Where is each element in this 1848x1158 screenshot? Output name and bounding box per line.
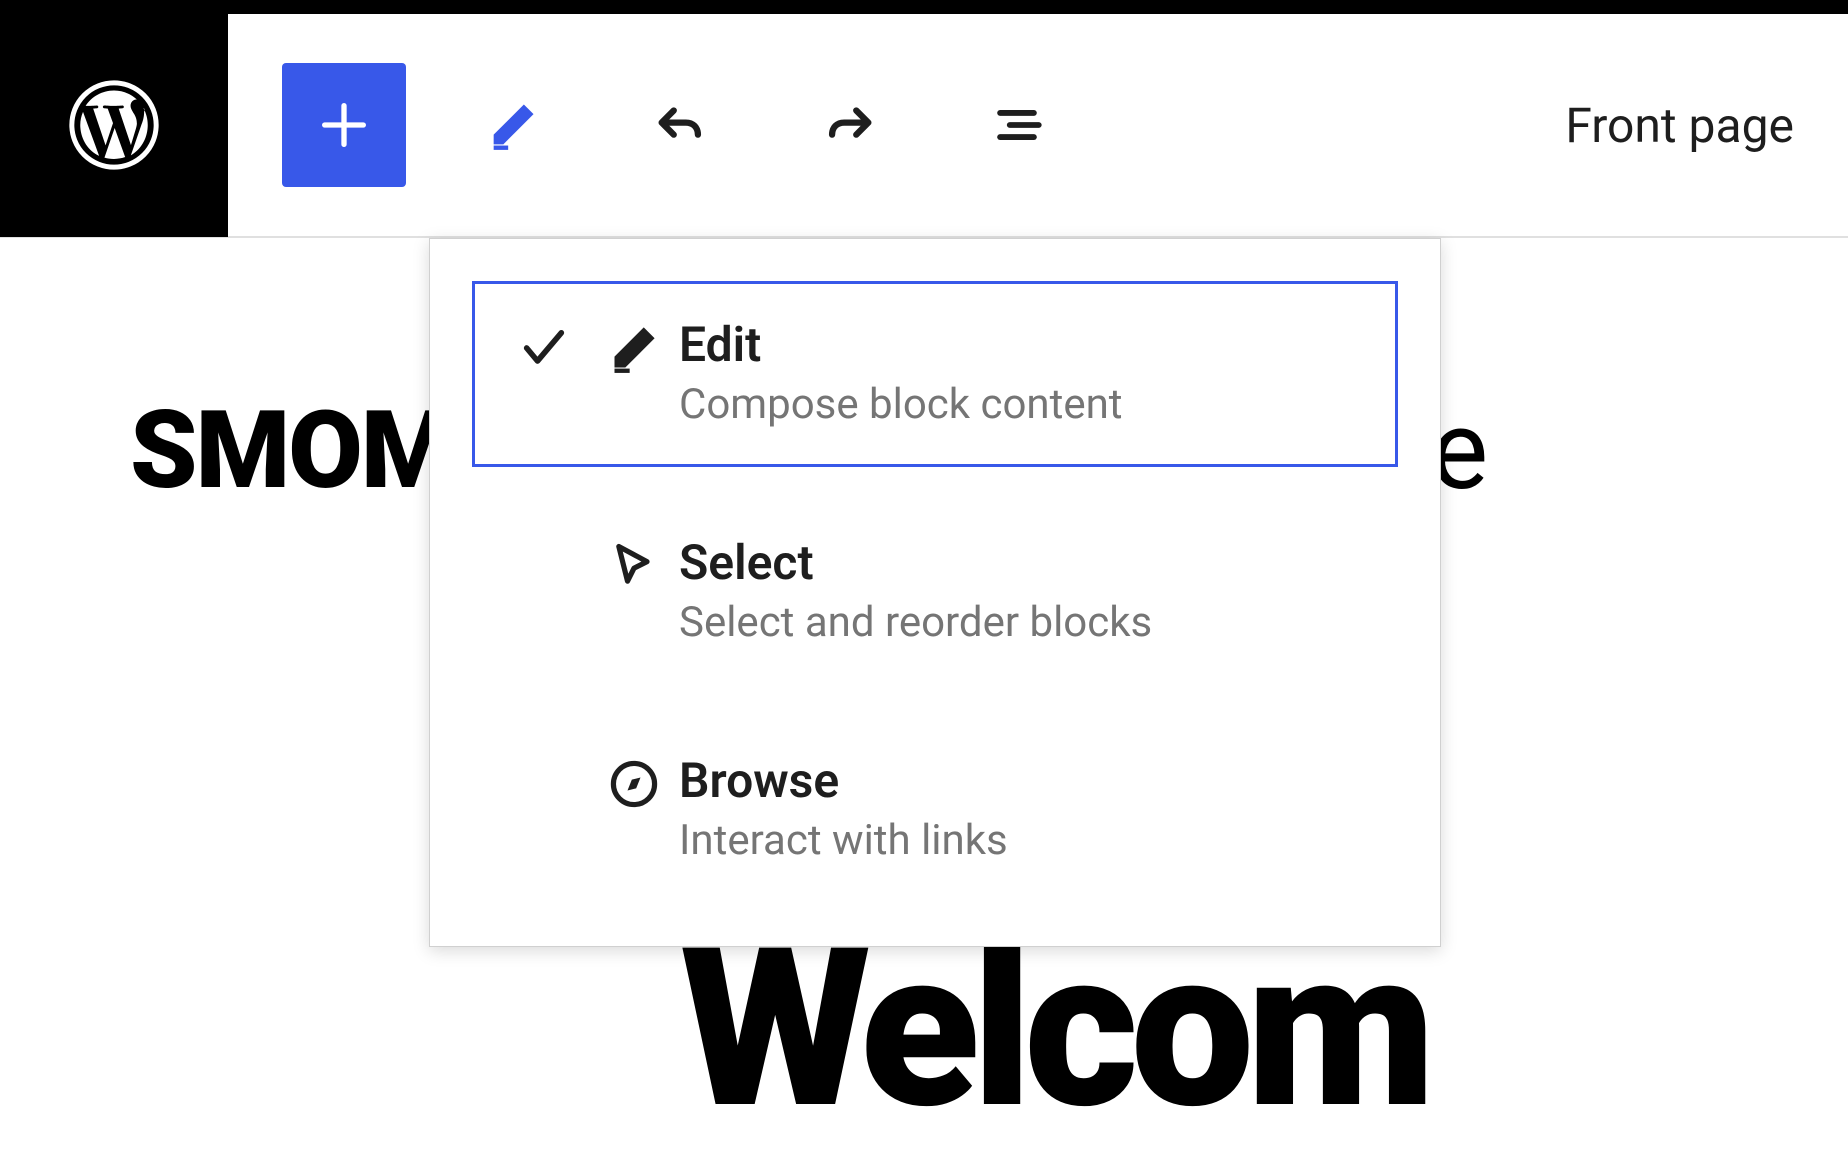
pencil-icon <box>608 322 660 374</box>
compass-icon <box>608 758 660 810</box>
top-bar <box>0 0 1848 14</box>
redo-icon <box>820 96 878 154</box>
dropdown-item-desc: Interact with links <box>679 814 1371 869</box>
dropdown-item-desc: Select and reorder blocks <box>679 596 1371 651</box>
check-icon <box>518 322 570 374</box>
list-view-icon <box>988 96 1046 154</box>
toolbar-buttons <box>228 63 1124 187</box>
dropdown-item-title: Browse <box>679 752 1371 810</box>
add-block-button[interactable] <box>282 63 406 187</box>
wordpress-icon <box>68 79 160 171</box>
editor-toolbar: Front page <box>0 14 1848 238</box>
dropdown-item-select[interactable]: Select Select and reorder blocks <box>472 499 1398 685</box>
dropdown-item-edit[interactable]: Edit Compose block content <box>472 281 1398 467</box>
dropdown-item-title: Edit <box>679 316 1371 374</box>
document-overview-button[interactable] <box>956 64 1078 186</box>
cursor-icon <box>608 540 660 592</box>
wordpress-logo-button[interactable] <box>0 13 228 237</box>
undo-button[interactable] <box>620 64 742 186</box>
tools-button[interactable] <box>452 64 574 186</box>
dropdown-item-desc: Compose block content <box>679 378 1371 433</box>
dropdown-item-browse[interactable]: Browse Interact with links <box>472 717 1398 903</box>
tools-dropdown: Edit Compose block content Select Select… <box>429 238 1441 947</box>
redo-button[interactable] <box>788 64 910 186</box>
pencil-icon <box>484 96 542 154</box>
page-template-label[interactable]: Front page <box>1565 97 1794 154</box>
undo-icon <box>652 96 710 154</box>
plus-icon <box>315 96 373 154</box>
dropdown-item-title: Select <box>679 534 1371 592</box>
